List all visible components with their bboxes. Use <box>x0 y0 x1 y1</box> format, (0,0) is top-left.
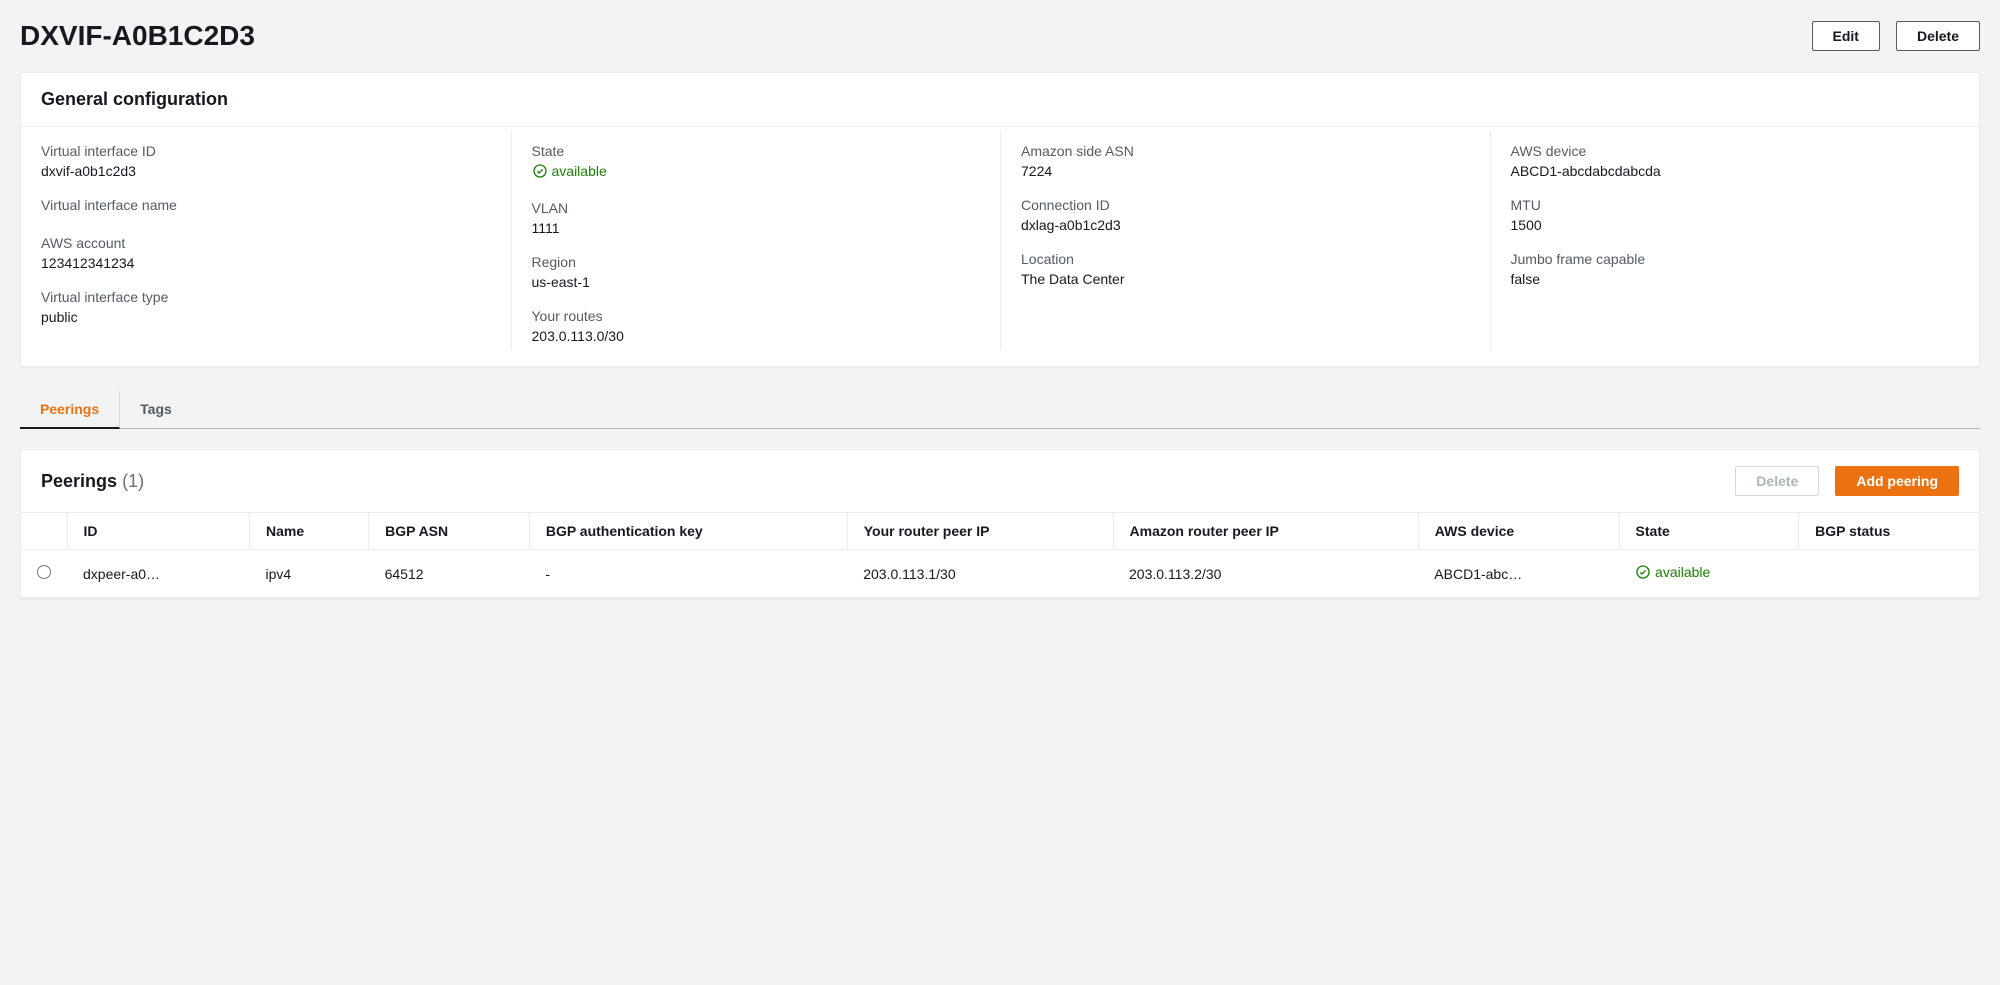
state-label: State <box>532 143 981 159</box>
jumbo-frame-value: false <box>1511 271 1960 287</box>
tab-tags[interactable]: Tags <box>120 391 192 428</box>
peerings-count: (1) <box>122 471 144 491</box>
col-id[interactable]: ID <box>67 513 250 550</box>
aws-account-label: AWS account <box>41 235 491 251</box>
cell-bgp-status <box>1799 550 1979 598</box>
vlan-value: 1111 <box>532 220 981 236</box>
amazon-asn-value: 7224 <box>1021 163 1470 179</box>
peerings-panel: Peerings (1) Delete Add peering ID Name … <box>20 449 1980 599</box>
col-name[interactable]: Name <box>250 513 369 550</box>
tab-peerings[interactable]: Peerings <box>20 391 120 429</box>
col-bgp-status[interactable]: BGP status <box>1799 513 1979 550</box>
connection-id-label: Connection ID <box>1021 197 1470 213</box>
col-state[interactable]: State <box>1619 513 1799 550</box>
general-configuration-title: General configuration <box>41 89 228 110</box>
general-configuration-panel: General configuration Virtual interface … <box>20 72 1980 367</box>
mtu-value: 1500 <box>1511 217 1960 233</box>
region-label: Region <box>532 254 981 270</box>
connection-id-value: dxlag-a0b1c2d3 <box>1021 217 1470 233</box>
row-select-radio[interactable] <box>37 565 51 579</box>
routes-value: 203.0.113.0/30 <box>532 328 981 344</box>
jumbo-frame-label: Jumbo frame capable <box>1511 251 1960 267</box>
cell-bgp-auth-key: - <box>529 550 847 598</box>
mtu-label: MTU <box>1511 197 1960 213</box>
peerings-table: ID Name BGP ASN BGP authentication key Y… <box>21 513 1979 598</box>
check-circle-icon <box>532 163 548 179</box>
peerings-delete-button[interactable]: Delete <box>1735 466 1819 496</box>
location-label: Location <box>1021 251 1470 267</box>
tab-bar: Peerings Tags <box>20 391 1980 429</box>
routes-label: Your routes <box>532 308 981 324</box>
delete-button[interactable]: Delete <box>1896 21 1980 51</box>
col-bgp-auth-key[interactable]: BGP authentication key <box>529 513 847 550</box>
region-value: us-east-1 <box>532 274 981 290</box>
cell-aws-device: ABCD1-abc… <box>1418 550 1619 598</box>
vif-id-label: Virtual interface ID <box>41 143 491 159</box>
cell-state: available <box>1619 550 1799 598</box>
table-row[interactable]: dxpeer-a0… ipv4 64512 - 203.0.113.1/30 2… <box>21 550 1979 598</box>
state-value: available <box>532 163 607 179</box>
check-circle-icon <box>1635 564 1651 580</box>
col-amazon-router-ip[interactable]: Amazon router peer IP <box>1113 513 1418 550</box>
peerings-title: Peerings (1) <box>41 471 144 492</box>
cell-id: dxpeer-a0… <box>67 550 250 598</box>
page-title: DXVIF-A0B1C2D3 <box>20 20 255 52</box>
add-peering-button[interactable]: Add peering <box>1835 466 1959 496</box>
vif-name-label: Virtual interface name <box>41 197 491 213</box>
vif-id-value: dxvif-a0b1c2d3 <box>41 163 491 179</box>
col-bgp-asn[interactable]: BGP ASN <box>369 513 530 550</box>
cell-your-router-ip: 203.0.113.1/30 <box>847 550 1113 598</box>
aws-device-label: AWS device <box>1511 143 1960 159</box>
amazon-asn-label: Amazon side ASN <box>1021 143 1470 159</box>
aws-device-value: ABCD1-abcdabcdabcda <box>1511 163 1960 179</box>
vif-type-label: Virtual interface type <box>41 289 491 305</box>
cell-name: ipv4 <box>250 550 369 598</box>
location-value: The Data Center <box>1021 271 1470 287</box>
aws-account-value: 123412341234 <box>41 255 491 271</box>
vif-type-value: public <box>41 309 491 325</box>
col-aws-device[interactable]: AWS device <box>1418 513 1619 550</box>
cell-bgp-asn: 64512 <box>369 550 530 598</box>
vlan-label: VLAN <box>532 200 981 216</box>
cell-amazon-router-ip: 203.0.113.2/30 <box>1113 550 1418 598</box>
edit-button[interactable]: Edit <box>1812 21 1880 51</box>
col-your-router-ip[interactable]: Your router peer IP <box>847 513 1113 550</box>
